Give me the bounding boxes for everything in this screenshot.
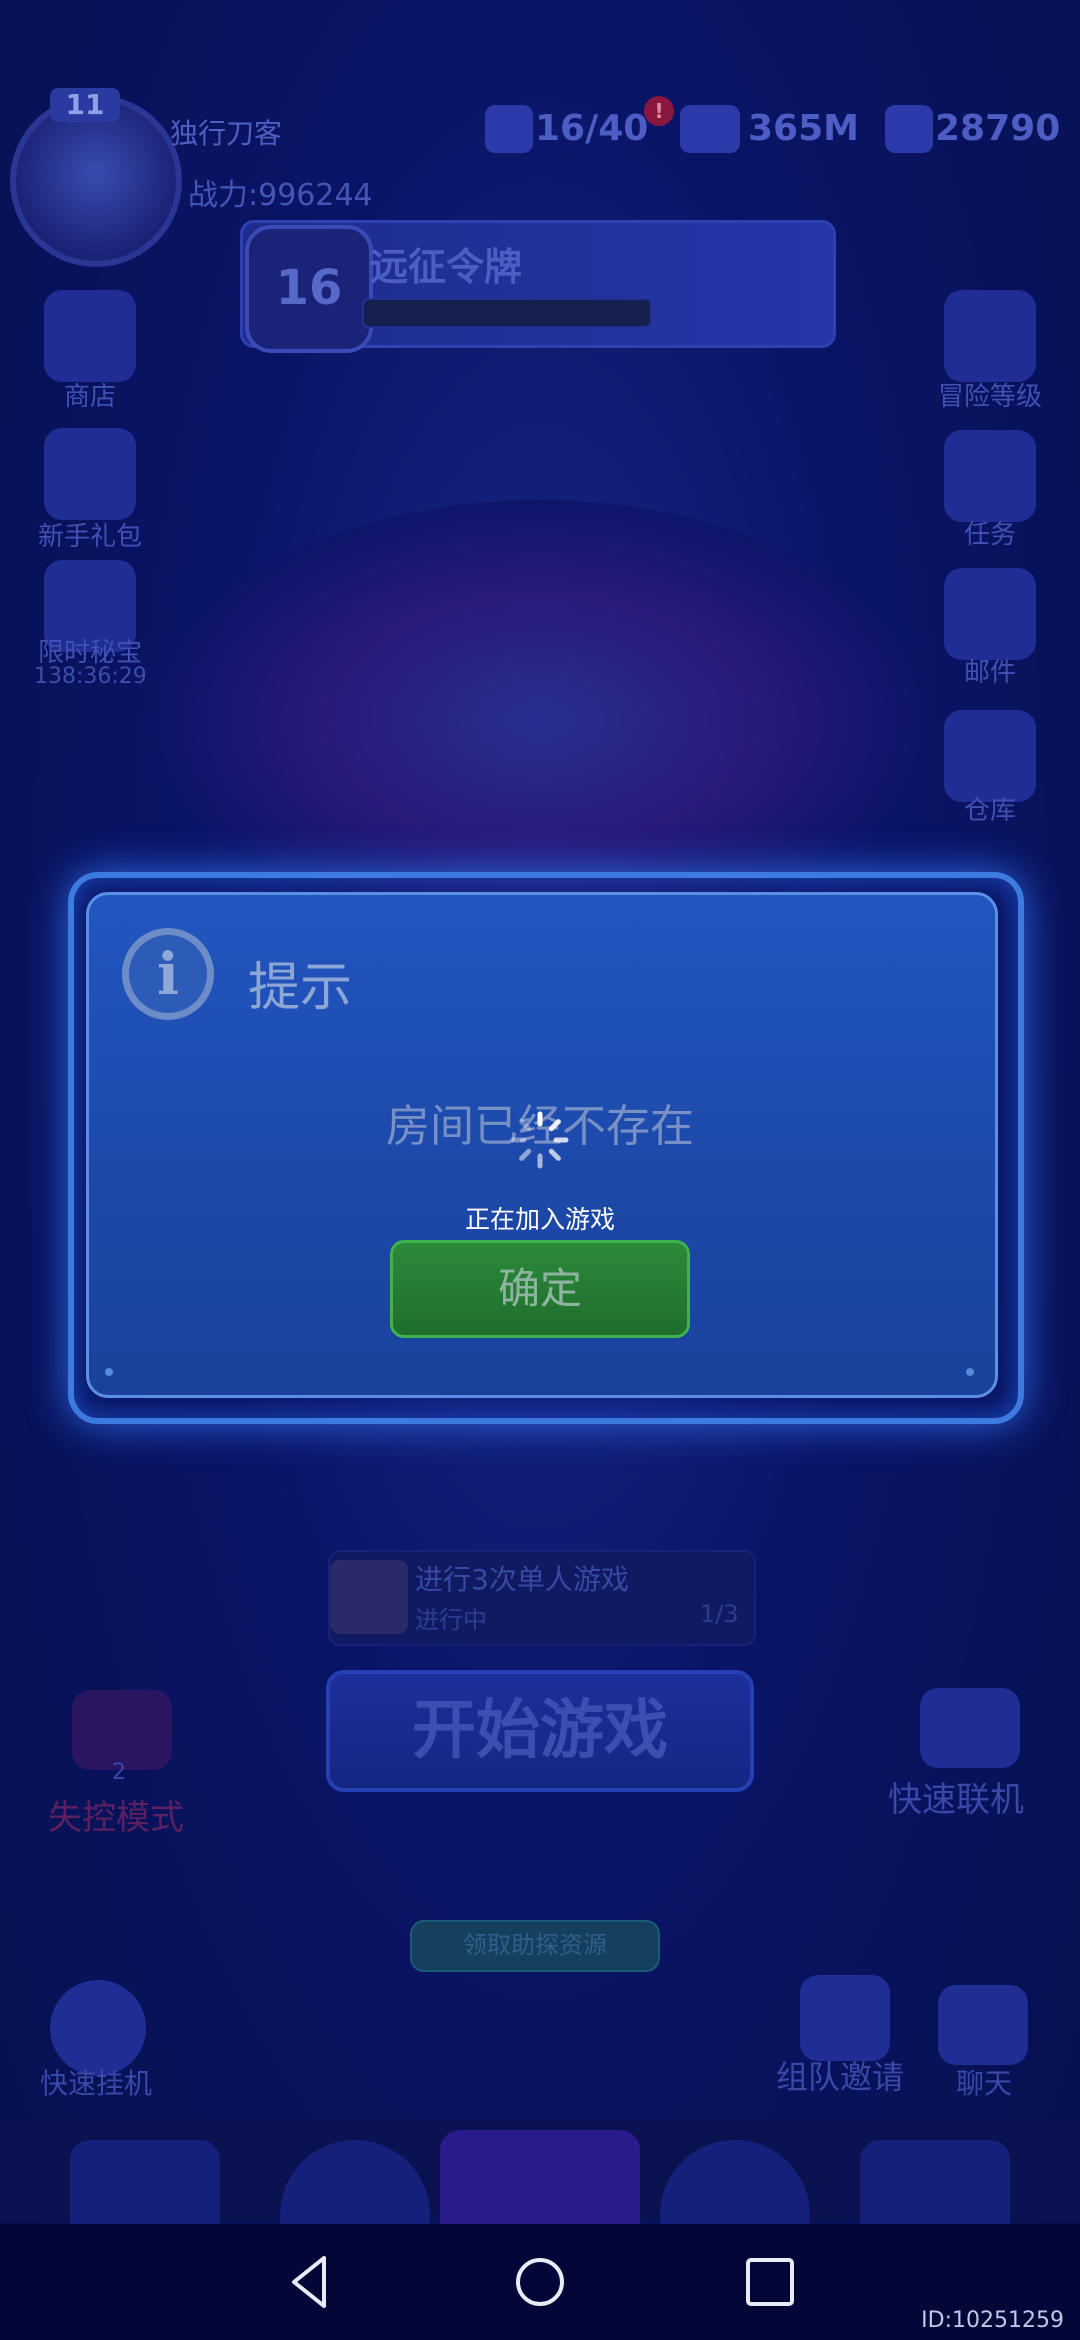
- energy-alert-icon: !: [644, 96, 674, 126]
- quick-match-label[interactable]: 快速联机: [888, 1772, 1024, 1821]
- mail-icon[interactable]: [944, 568, 1036, 660]
- quest-title: 进行3次单人游戏: [415, 1563, 629, 1596]
- right-menu-adventure-label: 冒险等级: [937, 382, 1042, 412]
- quest-chest-icon: [330, 1560, 408, 1634]
- task-icon[interactable]: [944, 430, 1036, 522]
- gift-icon[interactable]: [44, 428, 136, 520]
- chat-icon[interactable]: [938, 1985, 1028, 2065]
- dialog-corner-dot: [105, 1368, 113, 1376]
- info-icon-glyph: i: [156, 940, 180, 1008]
- shop-icon[interactable]: [44, 290, 136, 382]
- claim-resources-button[interactable]: 领取助探资源: [410, 1920, 660, 1972]
- recents-icon[interactable]: [740, 2252, 800, 2312]
- quest-status: 进行中: [415, 1606, 487, 1634]
- energy-value: 16/40: [535, 108, 649, 149]
- cash-icon: [680, 105, 740, 153]
- pass-progress-bar: [362, 298, 652, 328]
- player-level-badge: 11: [50, 88, 120, 122]
- loading-spinner-icon: [511, 1111, 569, 1169]
- treasure-timer: 138:36:29: [34, 664, 147, 689]
- right-menu-task-label: 任务: [963, 520, 1016, 550]
- right-menu-mail-label: 邮件: [963, 658, 1016, 688]
- chaos-mode-count: 2: [112, 1760, 126, 1785]
- user-id: ID:10251259: [921, 2308, 1064, 2333]
- player-power: 战力:996244: [188, 178, 373, 213]
- quick-match-icon[interactable]: [920, 1688, 1020, 1768]
- warehouse-icon[interactable]: [944, 710, 1036, 802]
- pass-level: 16: [245, 225, 373, 353]
- cash-value: 365M: [748, 108, 859, 149]
- gem-value: 28790: [935, 108, 1061, 149]
- dialog-title: 提示: [248, 958, 353, 1018]
- chaos-mode-icon[interactable]: [72, 1690, 172, 1770]
- gem-icon: [885, 105, 933, 153]
- quick-hangup-label[interactable]: 快速挂机: [40, 2062, 152, 2102]
- chaos-mode-label[interactable]: 失控模式: [48, 1790, 184, 1839]
- dialog-corner-dot: [966, 1368, 974, 1376]
- adventure-level-icon[interactable]: [944, 290, 1036, 382]
- left-menu-shop-label: 商店: [63, 382, 116, 412]
- team-invite-icon[interactable]: [800, 1975, 890, 2061]
- team-invite-label[interactable]: 组队邀请: [776, 2052, 904, 2098]
- confirm-button[interactable]: 确定: [390, 1240, 690, 1338]
- left-menu-gift-label: 新手礼包: [37, 522, 142, 552]
- start-game-button[interactable]: 开始游戏: [326, 1670, 754, 1792]
- back-icon[interactable]: [280, 2252, 340, 2312]
- right-menu-warehouse-label: 仓库: [963, 796, 1016, 826]
- quest-progress: 1/3: [700, 1600, 739, 1628]
- chat-label[interactable]: 聊天: [956, 2062, 1012, 2102]
- pass-title: 远征令牌: [370, 245, 523, 289]
- energy-icon: [485, 105, 533, 153]
- loading-text: 正在加入游戏: [464, 1205, 615, 1234]
- player-name: 独行刀客: [170, 117, 283, 150]
- home-icon[interactable]: [510, 2252, 570, 2312]
